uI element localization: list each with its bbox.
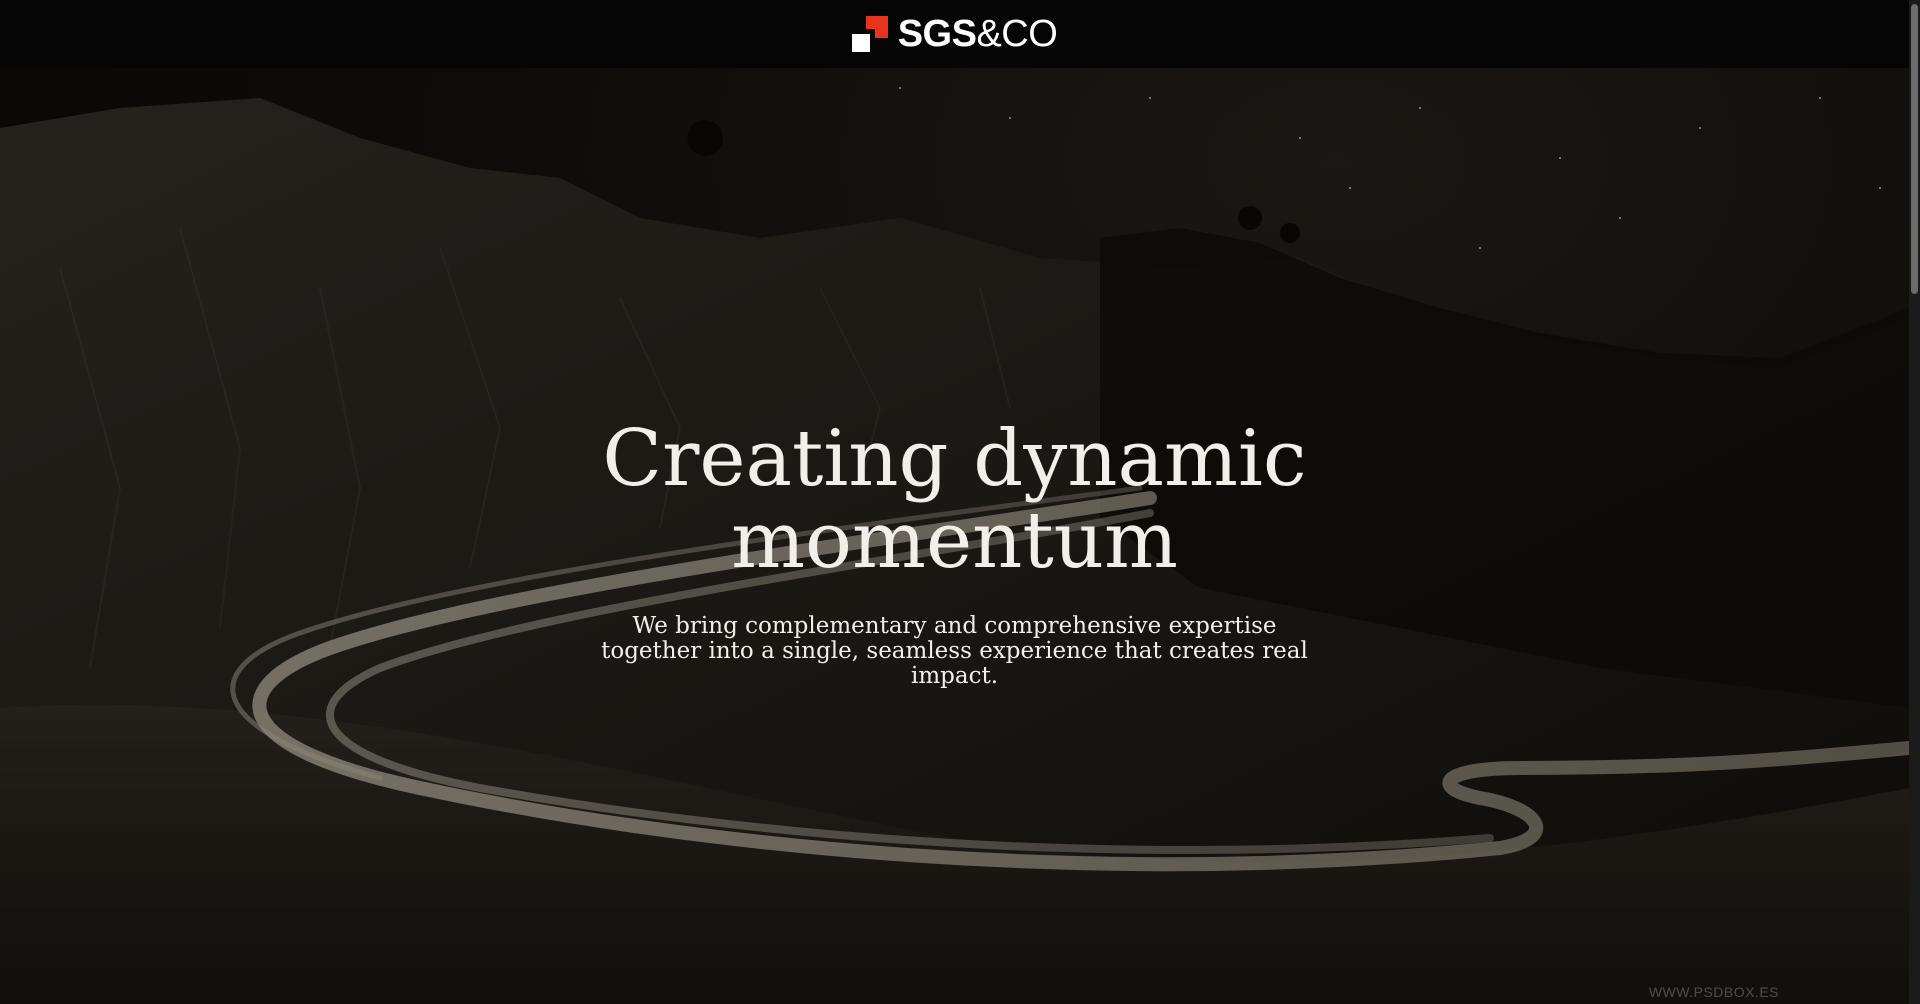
logo-mark-icon: [851, 16, 888, 52]
logo-text-light: &CO: [976, 13, 1058, 55]
vertical-scrollbar[interactable]: [1909, 0, 1920, 1004]
hero-section: Creating dynamic momentum We bring compl…: [0, 68, 1909, 1004]
image-watermark: WWW.PSDBOX.ES: [1648, 984, 1779, 1000]
hero-subtitle: We bring complementary and comprehensive…: [601, 613, 1308, 689]
scrollbar-thumb[interactable]: [1911, 4, 1918, 294]
logo-text-bold: SGS: [897, 13, 977, 55]
hero-content: Creating dynamic momentum We bring compl…: [0, 418, 1909, 689]
hero-title: Creating dynamic momentum: [602, 414, 1307, 586]
page: SGS&CO Creating dynamic momentum We brin…: [0, 0, 1920, 1004]
logo-wordmark: SGS&CO: [898, 15, 1058, 53]
brand-logo-link[interactable]: SGS&CO: [851, 15, 1058, 53]
top-header: SGS&CO: [0, 0, 1909, 68]
